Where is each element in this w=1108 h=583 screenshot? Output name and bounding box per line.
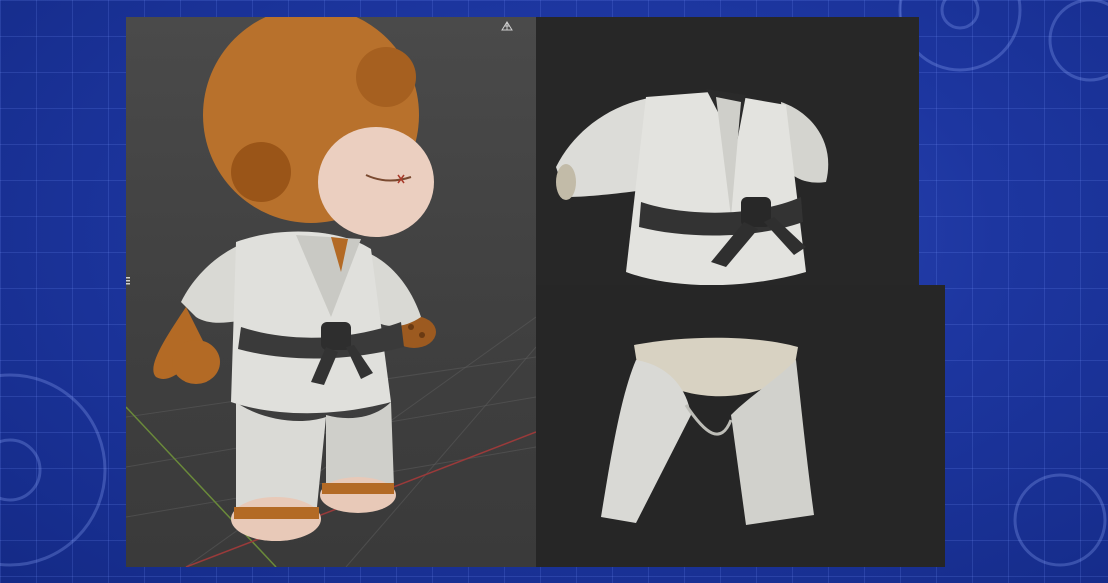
mesh-grid-icon[interactable] <box>500 20 514 32</box>
pants-render-panel <box>536 285 945 567</box>
3d-viewport[interactable] <box>126 17 536 567</box>
jacket-render-panel <box>536 17 919 285</box>
panel-handle-icon[interactable] <box>125 276 131 285</box>
